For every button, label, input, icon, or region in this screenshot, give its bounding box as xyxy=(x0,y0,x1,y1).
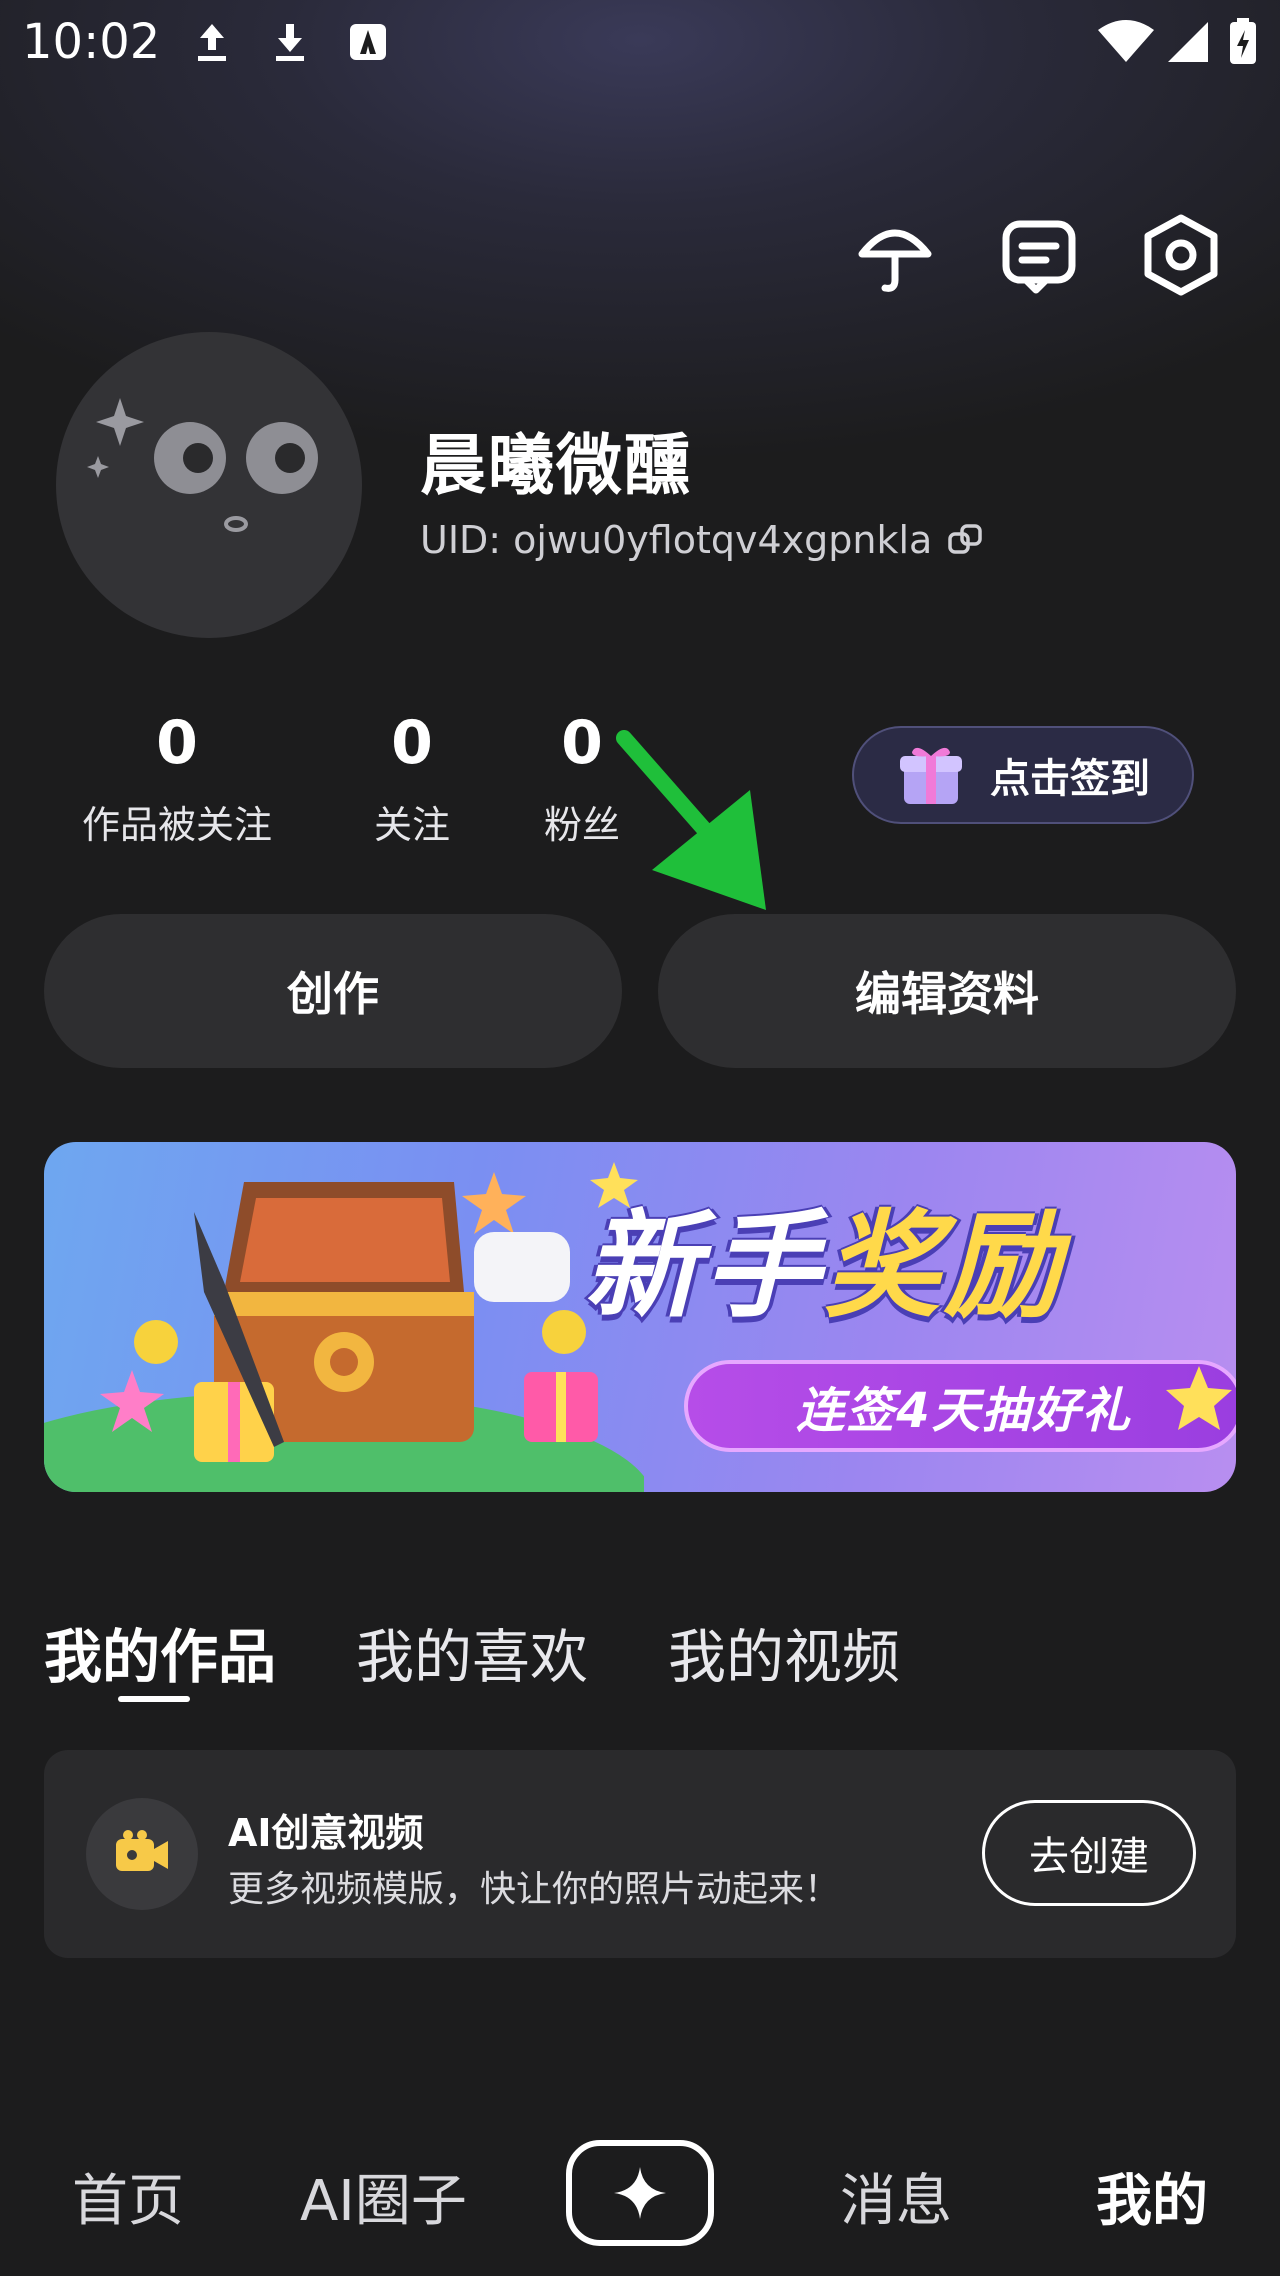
nav-messages[interactable]: 消息 xyxy=(840,2156,952,2237)
umbrella-icon[interactable] xyxy=(852,212,938,298)
treasure-chest-illustration xyxy=(44,1162,644,1492)
active-tab-indicator xyxy=(118,1696,190,1702)
sparkle-icon xyxy=(614,2167,666,2219)
avatar[interactable] xyxy=(56,332,362,638)
tab-my-works[interactable]: 我的作品 xyxy=(44,1610,276,1694)
wifi-icon xyxy=(1098,20,1154,62)
gift-box-icon xyxy=(900,747,962,804)
edit-profile-button[interactable]: 编辑资料 xyxy=(658,914,1236,1068)
go-create-button[interactable]: 去创建 xyxy=(982,1800,1196,1906)
battery-icon xyxy=(1230,18,1256,64)
stat-following[interactable]: 0 关注 xyxy=(352,708,472,849)
banner-subtitle: 连签4天抽好礼 xyxy=(684,1360,1236,1452)
ai-video-card: AI创意视频 更多视频模版，快让你的照片动起来！ 去创建 xyxy=(44,1750,1236,1958)
stat-value: 0 xyxy=(391,708,433,778)
nav-mine[interactable]: 我的 xyxy=(1096,2156,1208,2237)
app-notification-icon xyxy=(350,24,386,60)
signal-icon xyxy=(1168,22,1208,62)
tab-my-likes[interactable]: 我的喜欢 xyxy=(356,1610,588,1694)
ai-icon-wrapper xyxy=(86,1798,198,1910)
checkin-label: 点击签到 xyxy=(990,756,1150,802)
checkin-button[interactable]: 点击签到 xyxy=(852,726,1194,824)
video-camera-icon xyxy=(116,1830,168,1871)
banner-title-part2: 奖励 xyxy=(824,1199,1064,1334)
newbie-reward-banner[interactable]: 新手奖励 连签4天抽好礼 xyxy=(44,1142,1236,1492)
nav-ai-circle[interactable]: AI圈子 xyxy=(300,2156,467,2237)
upload-icon xyxy=(198,24,226,61)
nav-create-button[interactable] xyxy=(566,2140,714,2246)
settings-icon[interactable] xyxy=(1138,212,1224,298)
stat-works-followed[interactable]: 0 作品被关注 xyxy=(70,708,284,849)
stat-label: 作品被关注 xyxy=(81,803,272,847)
uid-row: UID: ojwu0yflotqv4xgpnkla xyxy=(420,518,986,562)
uid-text: UID: ojwu0yflotqv4xgpnkla xyxy=(420,518,933,562)
username: 晨曦微醺 xyxy=(420,427,692,504)
message-icon[interactable] xyxy=(996,212,1082,298)
avatar-face-icon xyxy=(87,398,318,532)
status-time: 10:02 xyxy=(22,14,161,70)
copy-link-icon[interactable] xyxy=(946,520,986,560)
banner-title: 新手奖励 xyxy=(584,1172,1064,1340)
star-icon xyxy=(1166,1366,1232,1430)
banner-title-part1: 新手 xyxy=(584,1199,824,1334)
ai-card-description: 更多视频模版，快让你的照片动起来！ xyxy=(228,1869,841,1910)
status-bar: 10:02 xyxy=(0,0,1280,90)
stat-value: 0 xyxy=(156,708,198,778)
ai-card-title: AI创意视频 xyxy=(228,1811,424,1855)
nav-home[interactable]: 首页 xyxy=(72,2156,184,2237)
tab-my-videos[interactable]: 我的视频 xyxy=(668,1610,900,1694)
create-button[interactable]: 创作 xyxy=(44,914,622,1068)
stat-label: 关注 xyxy=(373,803,450,847)
green-arrow-annotation xyxy=(616,730,766,910)
download-icon xyxy=(276,24,304,61)
